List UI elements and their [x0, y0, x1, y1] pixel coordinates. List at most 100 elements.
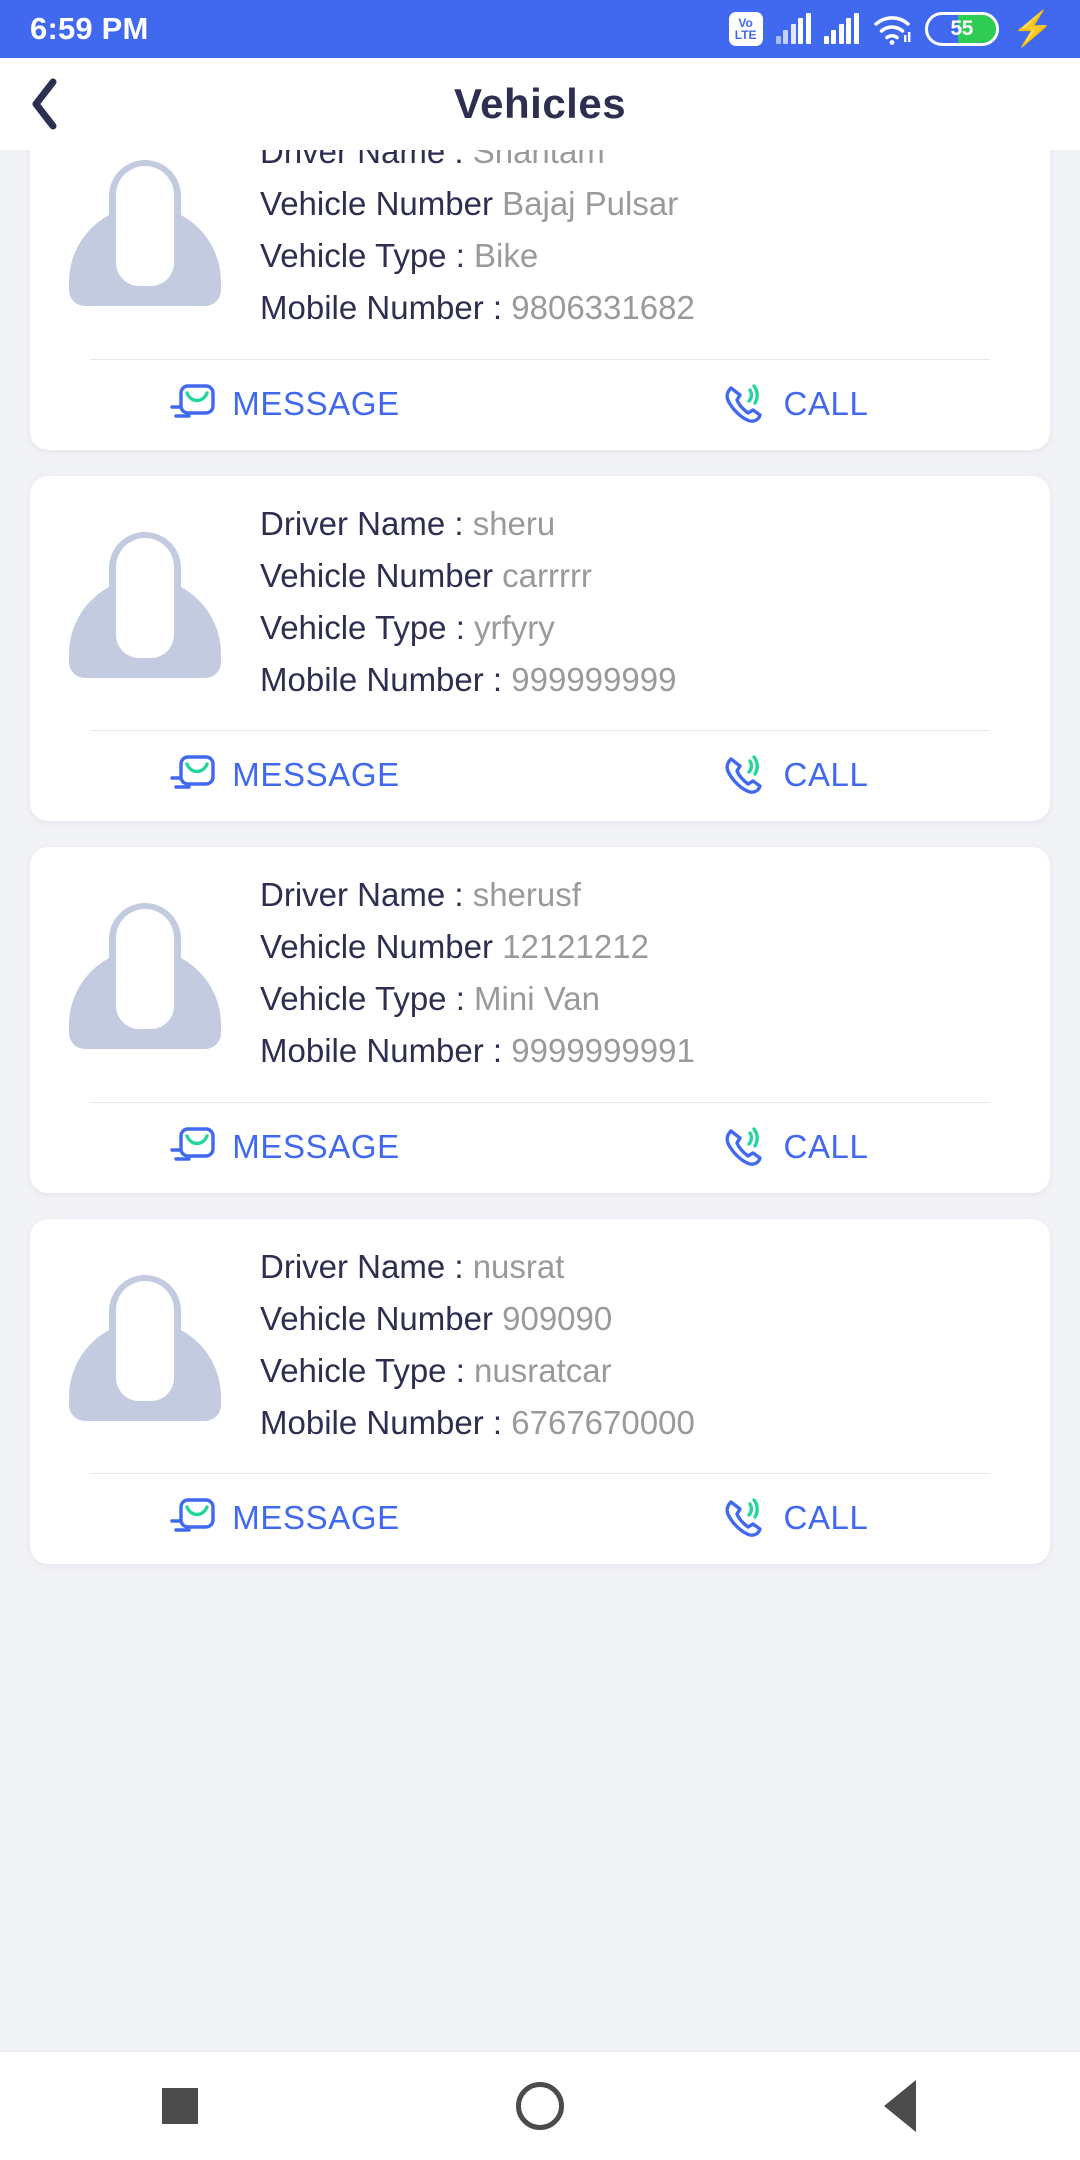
- driver-name-row: Driver Name : sheru: [260, 498, 1026, 550]
- vehicle-number-row: Vehicle Number Bajaj Pulsar: [260, 178, 1026, 230]
- message-button[interactable]: MESSAGE: [30, 1103, 540, 1193]
- vehicle-info: Driver Name : sherusf Vehicle Number 1212…: [260, 869, 1050, 1078]
- nav-recents-button[interactable]: [100, 2052, 260, 2160]
- chevron-left-icon: [32, 78, 57, 130]
- vehicle-number-value: carrrrr: [502, 556, 592, 594]
- card-actions: MESSAGE CALL: [30, 731, 1050, 821]
- phone-call-icon: [724, 383, 762, 423]
- avatar: [30, 897, 260, 1050]
- vehicle-info: Driver Name : nusrat Vehicle Number 90909…: [260, 1241, 1050, 1450]
- message-button[interactable]: MESSAGE: [30, 360, 540, 450]
- phone-call-icon: [724, 1498, 762, 1537]
- call-button[interactable]: CALL: [540, 360, 1050, 450]
- wifi-icon: [872, 13, 912, 45]
- vehicle-number-value: Bajaj Pulsar: [502, 185, 679, 223]
- vehicle-list[interactable]: Driver Name : Shantam Vehicle Number Baja…: [0, 150, 1080, 2051]
- phone-call-icon: [724, 755, 762, 794]
- call-button[interactable]: CALL: [540, 1103, 1050, 1193]
- mobile-number-label: Mobile Number :: [260, 289, 503, 327]
- mobile-number-label: Mobile Number :: [260, 660, 503, 698]
- avatar: [30, 1269, 260, 1421]
- vehicle-card-body: Driver Name : sheru Vehicle Number carrrr…: [30, 476, 1050, 725]
- vehicle-info: Driver Name : Shantam Vehicle Number Baja…: [260, 150, 1050, 335]
- driver-name-row: Driver Name : sherusf: [260, 869, 1026, 921]
- charging-bolt-icon: ⚡: [1011, 10, 1054, 48]
- vehicle-number-value: 12121212: [502, 928, 649, 966]
- message-button-label: MESSAGE: [232, 1499, 400, 1536]
- vehicle-type-value: Bike: [474, 237, 539, 275]
- back-button[interactable]: [0, 58, 92, 150]
- vehicle-number-row: Vehicle Number 909090: [260, 1293, 1026, 1345]
- signal-bars-icon-sim2: [823, 13, 859, 44]
- message-button[interactable]: MESSAGE: [30, 731, 540, 821]
- battery-icon: 55: [924, 12, 999, 46]
- vehicle-number-label: Vehicle Number: [260, 928, 493, 966]
- message-button[interactable]: MESSAGE: [30, 1474, 540, 1564]
- avatar-placeholder-icon: [69, 1269, 221, 1421]
- call-button[interactable]: CALL: [540, 1474, 1050, 1564]
- vehicle-card[interactable]: Driver Name : sherusf Vehicle Number 1212…: [30, 847, 1050, 1193]
- message-envelope-icon: [170, 1498, 215, 1532]
- mobile-number-value: 9806331682: [511, 289, 695, 327]
- vehicle-info: Driver Name : sheru Vehicle Number carrrr…: [260, 498, 1050, 707]
- vehicle-type-value: nusratcar: [474, 1351, 612, 1389]
- battery-level-text: 55: [950, 17, 973, 40]
- phone-call-icon: [724, 1126, 762, 1166]
- call-button-label: CALL: [783, 384, 869, 422]
- vehicle-card[interactable]: Driver Name : Shantam Vehicle Number Baja…: [30, 150, 1050, 450]
- driver-name-label: Driver Name :: [260, 150, 464, 170]
- status-bar-icons: Vo LTE 55 ⚡: [728, 10, 1054, 48]
- vehicle-card-body: Driver Name : sherusf Vehicle Number 1212…: [30, 847, 1050, 1096]
- card-actions: MESSAGE CALL: [30, 1474, 1050, 1564]
- driver-name-label: Driver Name :: [260, 876, 464, 913]
- app-bar: Vehicles: [0, 58, 1080, 150]
- vehicle-type-label: Vehicle Type :: [260, 1351, 465, 1389]
- driver-name-label: Driver Name :: [260, 1247, 464, 1285]
- avatar: [30, 154, 260, 307]
- mobile-number-row: Mobile Number : 9806331682: [260, 282, 1026, 334]
- message-envelope-icon: [170, 755, 215, 789]
- volte-icon: Vo LTE: [728, 12, 763, 46]
- vehicle-card-body: Driver Name : nusrat Vehicle Number 90909…: [30, 1219, 1050, 1468]
- vehicle-type-label: Vehicle Type :: [260, 980, 465, 1018]
- vehicle-number-label: Vehicle Number: [260, 1299, 493, 1337]
- mobile-number-row: Mobile Number : 999999999: [260, 654, 1026, 706]
- driver-name-value: Shantam: [472, 150, 605, 170]
- driver-name-row: Driver Name : nusrat: [260, 1241, 1026, 1293]
- driver-name-row: Driver Name : Shantam: [260, 150, 1026, 178]
- message-envelope-icon: [170, 1126, 215, 1161]
- square-recents-icon: [162, 2088, 198, 2124]
- status-bar: 6:59 PM Vo LTE 55 ⚡: [0, 0, 1080, 58]
- signal-bars-icon-sim1: [775, 13, 811, 44]
- nav-back-button[interactable]: [820, 2052, 980, 2160]
- mobile-number-value: 9999999991: [511, 1032, 695, 1070]
- vehicle-card[interactable]: Driver Name : sheru Vehicle Number carrrr…: [30, 475, 1050, 821]
- driver-name-value: nusrat: [472, 1247, 565, 1285]
- mobile-number-label: Mobile Number :: [260, 1032, 503, 1070]
- mobile-number-value: 999999999: [511, 660, 677, 698]
- vehicle-number-label: Vehicle Number: [260, 185, 493, 223]
- vehicle-number-value: 909090: [502, 1299, 613, 1337]
- vehicle-type-row: Vehicle Type : Mini Van: [260, 973, 1026, 1025]
- vehicle-type-row: Vehicle Type : yrfyry: [260, 602, 1026, 654]
- vehicle-type-row: Vehicle Type : Bike: [260, 230, 1026, 282]
- message-button-label: MESSAGE: [232, 756, 400, 793]
- card-actions: MESSAGE CALL: [30, 1103, 1050, 1193]
- driver-name-value: sherusf: [472, 876, 581, 913]
- call-button-label: CALL: [783, 1127, 869, 1165]
- status-bar-clock: 6:59 PM: [30, 11, 149, 46]
- app-root: 6:59 PM Vo LTE 55 ⚡ Vehicles Driver Name…: [0, 0, 1080, 2160]
- volte-icon-bottom: LTE: [734, 28, 757, 42]
- call-button[interactable]: CALL: [540, 731, 1050, 821]
- mobile-number-row: Mobile Number : 6767670000: [260, 1397, 1026, 1449]
- nav-home-button[interactable]: [460, 2052, 620, 2160]
- vehicle-card[interactable]: Driver Name : nusrat Vehicle Number 90909…: [30, 1218, 1050, 1564]
- avatar-placeholder-icon: [69, 526, 221, 678]
- call-button-label: CALL: [783, 1499, 869, 1536]
- card-actions: MESSAGE CALL: [30, 360, 1050, 450]
- vehicle-type-value: yrfyry: [474, 608, 555, 646]
- driver-name-value: sheru: [472, 504, 556, 542]
- vehicle-card-body: Driver Name : Shantam Vehicle Number Baja…: [30, 150, 1050, 353]
- avatar-placeholder-icon: [69, 154, 221, 307]
- vehicle-number-label: Vehicle Number: [260, 556, 493, 594]
